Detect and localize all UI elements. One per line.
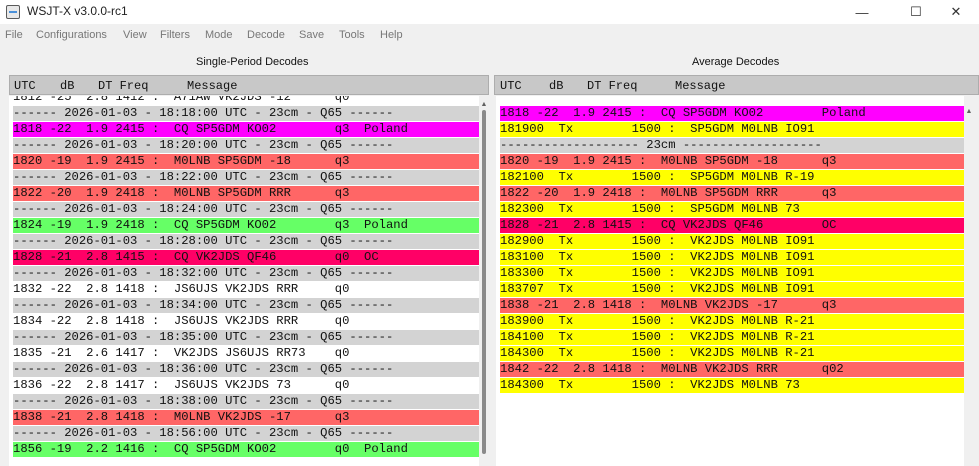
decode-row[interactable]: ------ 2026-01-03 - 18:28:00 UTC - 23cm …: [13, 234, 479, 249]
right-column-header: UTC dB DT Freq Message: [494, 75, 979, 95]
decode-row[interactable]: 1828 -21 2.8 1415 : CQ VK2JDS QF46 OC: [500, 218, 964, 233]
minimize-button[interactable]: —: [839, 0, 885, 24]
decode-row[interactable]: 1822 -20 1.9 2418 : M0LNB SP5GDM RRR q3: [500, 186, 964, 201]
col-message: Message: [187, 79, 238, 93]
col-dt-freq: DT Freq: [98, 79, 149, 93]
decode-row[interactable]: 183100 Tx 1500 : VK2JDS M0LNB IO91: [500, 250, 964, 265]
decode-row[interactable]: 1820 -19 1.9 2415 : M0LNB SP5GDM -18 q3: [500, 154, 964, 169]
decode-row[interactable]: ------ 2026-01-03 - 18:20:00 UTC - 23cm …: [13, 138, 479, 153]
decode-row[interactable]: 182300 Tx 1500 : SP5GDM M0LNB 73: [500, 202, 964, 217]
decode-row[interactable]: 1856 -19 2.2 1416 : CQ SP5GDM KO02 q0 Po…: [13, 442, 479, 457]
decode-row[interactable]: 1824 -19 1.9 2418 : CQ SP5GDM KO02 q3 Po…: [13, 218, 479, 233]
decode-row[interactable]: ------ 2026-01-03 - 18:35:00 UTC - 23cm …: [13, 330, 479, 345]
decode-row[interactable]: ------ 2026-01-03 - 18:22:00 UTC - 23cm …: [13, 170, 479, 185]
decode-row[interactable]: 1842 -22 2.8 1418 : M0LNB VK2JDS RRR q02: [500, 362, 964, 377]
decode-row[interactable]: ------ 2026-01-03 - 18:32:00 UTC - 23cm …: [13, 266, 479, 281]
decode-row[interactable]: ------ 2026-01-03 - 18:18:00 UTC - 23cm …: [13, 106, 479, 121]
decode-row[interactable]: 183300 Tx 1500 : VK2JDS M0LNB IO91: [500, 266, 964, 281]
decode-row[interactable]: 183900 Tx 1500 : VK2JDS M0LNB R-21: [500, 314, 964, 329]
decode-row[interactable]: 182900 Tx 1500 : VK2JDS M0LNB IO91: [500, 234, 964, 249]
decode-row[interactable]: 184100 Tx 1500 : VK2JDS M0LNB R-21: [500, 330, 964, 345]
scroll-up-icon[interactable]: ▲: [479, 98, 489, 110]
close-button[interactable]: ✕: [933, 0, 979, 24]
left-column-header: UTC dB DT Freq Message: [9, 75, 489, 95]
col-utc: UTC: [500, 79, 522, 93]
title-bar: WSJT-X v3.0.0-rc1 — ☐ ✕: [0, 0, 979, 24]
decode-row[interactable]: 1818 -22 1.9 2415 : CQ SP5GDM KO02 Polan…: [500, 106, 964, 121]
decode-row[interactable]: 1836 -22 2.8 1417 : JS6UJS VK2JDS 73 q0: [13, 378, 479, 393]
menu-file[interactable]: File: [5, 29, 23, 41]
menu-tools[interactable]: Tools: [339, 29, 365, 41]
decode-row[interactable]: 1822 -20 1.9 2418 : M0LNB SP5GDM RRR q3: [13, 186, 479, 201]
right-panel-title: Average Decodes: [692, 56, 780, 68]
average-decodes-list[interactable]: 1818 -22 1.9 2415 : CQ SP5GDM KO02 Polan…: [496, 96, 964, 466]
col-dt-freq: DT Freq: [587, 79, 638, 93]
decode-row[interactable]: ------ 2026-01-03 - 18:24:00 UTC - 23cm …: [13, 202, 479, 217]
decode-row[interactable]: 1818 -22 1.9 2415 : CQ SP5GDM KO02 q3 Po…: [13, 122, 479, 137]
decode-row[interactable]: 1812 -25 2.8 1412 : A71AW VK2JDS -12 q0: [13, 96, 479, 105]
col-db: dB: [60, 79, 75, 93]
decode-row[interactable]: ------ 2026-01-03 - 18:34:00 UTC - 23cm …: [13, 298, 479, 313]
decode-row[interactable]: 181900 Tx 1500 : SP5GDM M0LNB IO91: [500, 122, 964, 137]
decode-row[interactable]: ------ 2026-01-03 - 18:38:00 UTC - 23cm …: [13, 394, 479, 409]
decode-row[interactable]: 1838 -21 2.8 1418 : M0LNB VK2JDS -17 q3: [13, 410, 479, 425]
decode-row[interactable]: 1828 -21 2.8 1415 : CQ VK2JDS QF46 q0 OC: [13, 250, 479, 265]
left-panel-title: Single-Period Decodes: [196, 56, 309, 68]
decode-row[interactable]: 1820 -19 1.9 2415 : M0LNB SP5GDM -18 q3: [13, 154, 479, 169]
decode-row[interactable]: ------------------- 23cm ---------------…: [500, 138, 964, 153]
menu-filters[interactable]: Filters: [160, 29, 190, 41]
decode-row[interactable]: ------ 2026-01-03 - 18:56:00 UTC - 23cm …: [13, 426, 479, 441]
decode-row[interactable]: 182100 Tx 1500 : SP5GDM M0LNB R-19: [500, 170, 964, 185]
decode-row[interactable]: 183707 Tx 1500 : VK2JDS M0LNB IO91: [500, 282, 964, 297]
menu-view[interactable]: View: [123, 29, 147, 41]
single-period-decodes-list[interactable]: 1812 -25 2.8 1412 : A71AW VK2JDS -12 q0-…: [9, 96, 479, 466]
window-title: WSJT-X v3.0.0-rc1: [27, 4, 128, 18]
menu-decode[interactable]: Decode: [247, 29, 285, 41]
app-icon: [6, 5, 20, 19]
decode-row[interactable]: 184300 Tx 1500 : VK2JDS M0LNB R-21: [500, 346, 964, 361]
decode-row[interactable]: 1834 -22 2.8 1418 : JS6UJS VK2JDS RRR q0: [13, 314, 479, 329]
left-scrollbar[interactable]: ▲: [479, 96, 489, 466]
menu-save[interactable]: Save: [299, 29, 324, 41]
decode-row[interactable]: ------ 2026-01-03 - 18:36:00 UTC - 23cm …: [13, 362, 479, 377]
scroll-up-icon[interactable]: ▲: [964, 105, 974, 117]
decode-row[interactable]: 1835 -21 2.6 1417 : VK2JDS JS6UJS RR73 q…: [13, 346, 479, 361]
decode-row[interactable]: 184300 Tx 1500 : VK2JDS M0LNB 73: [500, 378, 964, 393]
col-utc: UTC: [14, 79, 36, 93]
col-db: dB: [549, 79, 564, 93]
decode-row[interactable]: 1838 -21 2.8 1418 : M0LNB VK2JDS -17 q3: [500, 298, 964, 313]
menu-configurations[interactable]: Configurations: [36, 29, 107, 41]
menu-bar: File Configurations View Filters Mode De…: [0, 26, 979, 46]
decode-row[interactable]: 1832 -22 2.8 1418 : JS6UJS VK2JDS RRR q0: [13, 282, 479, 297]
col-message: Message: [675, 79, 726, 93]
menu-help[interactable]: Help: [380, 29, 403, 41]
right-scrollbar[interactable]: ▲: [964, 96, 974, 466]
left-scroll-thumb[interactable]: [482, 110, 486, 454]
menu-mode[interactable]: Mode: [205, 29, 233, 41]
